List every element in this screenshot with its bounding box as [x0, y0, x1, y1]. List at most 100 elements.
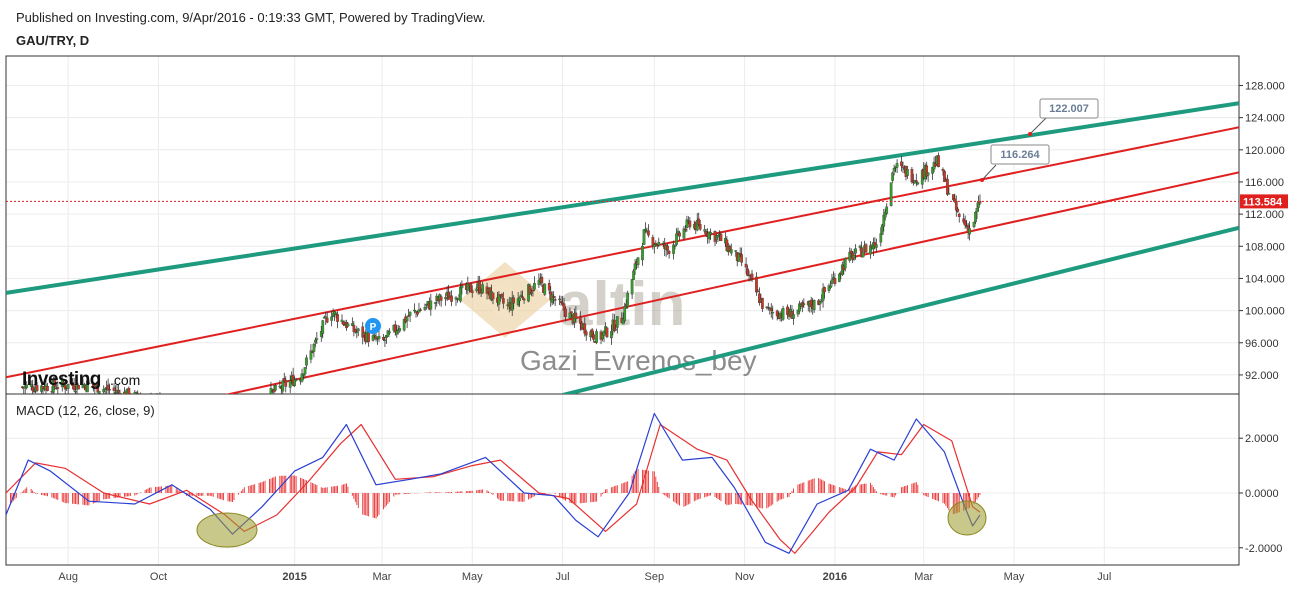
candle-body	[209, 415, 211, 419]
candle-body	[219, 414, 221, 419]
candle-body	[875, 244, 878, 248]
candle-body	[429, 300, 433, 310]
candle-body	[336, 314, 339, 322]
candle-body	[481, 284, 484, 294]
x-tick-label: 2016	[823, 571, 847, 583]
candle-body	[371, 335, 375, 341]
y-tick-label: 128.000	[1245, 80, 1285, 92]
candle-body	[240, 406, 242, 413]
candle-body	[578, 316, 582, 324]
candle-body	[697, 218, 701, 225]
candle-body	[861, 252, 865, 258]
candle-body	[156, 397, 158, 407]
candle-body	[521, 296, 524, 299]
candle-body	[889, 182, 893, 206]
chart-canvas[interactable]: altin Gazi_Evrenos_bey 122.007 116.264 P…	[0, 0, 1297, 589]
candle-body	[206, 414, 208, 421]
candle-body	[615, 316, 619, 328]
candle-body	[222, 417, 224, 424]
candle-body	[202, 413, 204, 414]
y-tick-label: 92.000	[1245, 370, 1279, 382]
candle-body	[719, 233, 723, 242]
candle-body	[974, 212, 977, 223]
candle-body	[941, 169, 945, 171]
candle-body	[501, 298, 505, 304]
macd-line	[6, 412, 981, 554]
candle-body	[264, 401, 266, 402]
candle-body	[439, 296, 443, 301]
candle-body	[211, 417, 213, 421]
candle-body	[388, 331, 391, 334]
candle-body	[652, 244, 656, 248]
candle-body	[657, 242, 661, 246]
p-marker[interactable]: P	[365, 318, 381, 334]
channel-line-inner	[6, 126, 1239, 379]
candle-body	[678, 232, 681, 237]
highlight-ellipse-right	[947, 500, 987, 536]
candle-body	[233, 412, 235, 415]
candle-body	[519, 294, 523, 297]
candle-body	[547, 283, 551, 291]
y-tick-label: 108.000	[1245, 241, 1285, 253]
candle-body	[673, 245, 677, 247]
candle-body	[666, 245, 669, 251]
candle-body	[134, 391, 138, 394]
x-tick-label: Jul	[1097, 571, 1111, 583]
candle-body	[160, 398, 162, 407]
candle-body	[154, 397, 156, 399]
candle-body	[367, 332, 370, 342]
candle-body	[552, 296, 556, 298]
candle-body	[633, 263, 637, 271]
candle-body	[97, 391, 101, 394]
x-tick-label: Jul	[556, 571, 570, 583]
p-marker-label: P	[370, 322, 377, 333]
y-tick-label: 100.000	[1245, 306, 1285, 318]
candle-body	[413, 309, 416, 312]
candle-body	[340, 319, 344, 322]
candle-body	[196, 415, 198, 417]
candle-body	[802, 303, 806, 305]
candle-body	[466, 283, 470, 291]
watermark-brand: altin	[558, 270, 685, 339]
channel-line-outer	[6, 101, 1239, 295]
candle-body	[138, 400, 140, 401]
candle-body	[684, 228, 687, 231]
x-tick-label: May	[1004, 571, 1025, 583]
candle-body	[199, 409, 201, 419]
x-tick-label: Aug	[58, 571, 78, 583]
macd-axis-ticks: 2.0000 0.0000 -2.0000	[1239, 433, 1282, 555]
candle-body	[478, 281, 482, 293]
signal-line	[6, 423, 981, 554]
candle-body	[108, 389, 111, 391]
candle-body	[916, 182, 920, 185]
candle-body	[242, 405, 244, 413]
candle-body	[740, 254, 744, 263]
candle-body	[709, 232, 712, 235]
candle-body	[268, 400, 270, 401]
candle-body	[895, 163, 899, 168]
time-axis-ticks: Aug Oct 2015 Mar May Jul Sep Nov 2016 Mar May Jul	[58, 571, 1111, 583]
candle-body	[288, 380, 292, 388]
candle-body	[564, 308, 567, 317]
candle-body	[954, 201, 958, 211]
candle-body	[914, 180, 918, 182]
candle-body	[159, 398, 161, 405]
candle-body	[450, 295, 453, 302]
candle-body	[373, 334, 376, 337]
candle-body	[305, 357, 308, 366]
macd-histogram	[6, 468, 981, 519]
candle-body	[405, 317, 409, 322]
candle-body	[228, 414, 230, 422]
candle-body	[136, 393, 140, 394]
x-tick-label: Nov	[735, 571, 755, 583]
candle-body	[975, 208, 979, 213]
candle-body	[166, 399, 168, 405]
candle-body	[423, 307, 427, 310]
candle-body	[614, 328, 618, 331]
candle-body	[253, 401, 255, 407]
candle-body	[900, 161, 903, 167]
x-tick-label: Sep	[645, 571, 665, 583]
candle-body	[252, 407, 254, 409]
candle-body	[408, 311, 412, 316]
candle-body	[447, 291, 450, 300]
